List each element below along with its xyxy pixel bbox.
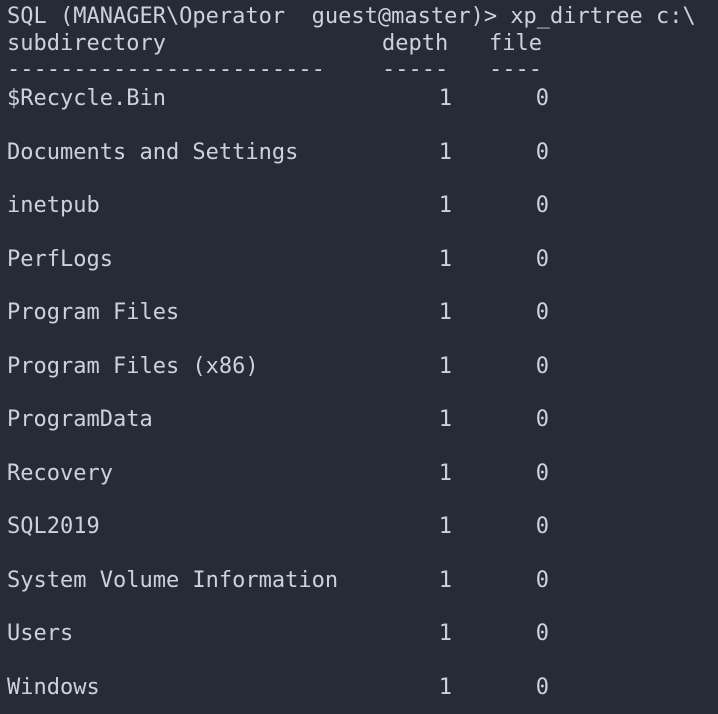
subdirectory-cell: Documents and Settings <box>7 140 299 165</box>
subdirectory-cell: inetpub <box>7 193 100 218</box>
file-cell: 0 <box>535 354 549 379</box>
file-cell: 0 <box>535 300 549 325</box>
subdirectory-cell: Recovery <box>7 461 113 486</box>
depth-cell: 1 <box>438 621 452 646</box>
file-cell: 0 <box>535 568 549 593</box>
subdirectory-cell: System Volume Information <box>7 568 339 593</box>
table-row: PerfLogs 1 0 <box>7 247 707 273</box>
file-cell: 0 <box>535 86 549 111</box>
subdirectory-cell: SQL2019 <box>7 514 100 539</box>
file-cell: 0 <box>535 407 549 432</box>
table-row: $Recycle.Bin 1 0 <box>7 86 707 112</box>
subdirectory-cell: Program Files (x86) <box>7 354 259 379</box>
table-row: ProgramData 1 0 <box>7 407 707 433</box>
file-cell: 0 <box>535 621 549 646</box>
depth-cell: 1 <box>438 354 452 379</box>
file-cell: 0 <box>535 461 549 486</box>
prompt-line: SQL (MANAGER\Operator guest@master)> xp_… <box>7 4 696 29</box>
header-subdirectory: subdirectory <box>7 31 166 56</box>
file-cell: 0 <box>535 193 549 218</box>
table-row: Windows 1 0 <box>7 675 707 701</box>
table-row: SQL2019 1 0 <box>7 514 707 540</box>
depth-cell: 1 <box>438 514 452 539</box>
terminal-window[interactable]: SQL (MANAGER\Operator guest@master)> xp_… <box>0 0 718 714</box>
file-cell: 0 <box>535 247 549 272</box>
depth-cell: 1 <box>438 193 452 218</box>
depth-cell: 1 <box>438 247 452 272</box>
header-file: file <box>489 31 542 56</box>
table-header: subdirectory depth file <box>7 31 707 57</box>
depth-cell: 1 <box>438 568 452 593</box>
separator-subdirectory: ------------------------ <box>7 57 325 82</box>
subdirectory-cell: $Recycle.Bin <box>7 86 166 111</box>
table-separator: ------------------------ ----- ---- <box>7 57 707 83</box>
file-cell: 0 <box>535 140 549 165</box>
table-row: Recovery 1 0 <box>7 461 707 487</box>
depth-cell: 1 <box>438 140 452 165</box>
subdirectory-cell: Users <box>7 621 74 646</box>
separator-depth: ----- <box>382 57 449 82</box>
file-cell: 0 <box>535 675 549 700</box>
subdirectory-cell: ProgramData <box>7 407 153 432</box>
table-row: Program Files 1 0 <box>7 300 707 326</box>
table-row: Program Files (x86) 1 0 <box>7 354 707 380</box>
table-row: inetpub 1 0 <box>7 193 707 219</box>
depth-cell: 1 <box>438 675 452 700</box>
subdirectory-cell: PerfLogs <box>7 247 113 272</box>
table-row: Users 1 0 <box>7 621 707 647</box>
depth-cell: 1 <box>438 300 452 325</box>
subdirectory-cell: Windows <box>7 675 100 700</box>
table-row: Documents and Settings 1 0 <box>7 140 707 166</box>
separator-file: ---- <box>489 57 542 82</box>
table-row: System Volume Information 1 0 <box>7 568 707 594</box>
file-cell: 0 <box>535 514 549 539</box>
depth-cell: 1 <box>438 86 452 111</box>
header-depth: depth <box>382 31 449 56</box>
depth-cell: 1 <box>438 461 452 486</box>
subdirectory-cell: Program Files <box>7 300 180 325</box>
depth-cell: 1 <box>438 407 452 432</box>
